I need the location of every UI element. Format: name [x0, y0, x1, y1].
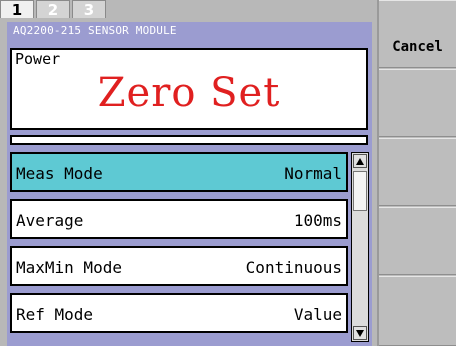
setting-label: Meas Mode	[16, 164, 103, 183]
setting-row-ref-mode[interactable]: Ref Mode Value	[10, 293, 348, 333]
tab-1[interactable]: 1	[0, 0, 34, 19]
softkey-cancel[interactable]: Cancel	[379, 0, 456, 68]
tab-3[interactable]: 3	[72, 0, 106, 19]
setting-value: Continuous	[245, 258, 342, 277]
setting-row-maxmin-mode[interactable]: MaxMin Mode Continuous	[10, 246, 348, 286]
softkey-label: Cancel	[392, 39, 443, 55]
setting-value: 100ms	[293, 211, 342, 230]
softkey-column: Cancel	[379, 0, 456, 346]
module-title: AQ2200-215 SENSOR MODULE	[13, 24, 177, 37]
setting-value: Value	[293, 305, 342, 324]
setting-label: Ref Mode	[16, 305, 94, 324]
softkey-5[interactable]	[379, 276, 456, 346]
triangle-down-icon	[356, 330, 364, 337]
tab-strip: 1 2 3	[0, 0, 377, 22]
display-value: Zero Set	[97, 70, 281, 116]
setting-label: Average	[16, 211, 84, 230]
scroll-down-button[interactable]	[353, 326, 367, 340]
setting-row-average[interactable]: Average 100ms	[10, 199, 348, 239]
measurement-display: Power Zero Set	[10, 48, 368, 130]
scroll-up-button[interactable]	[353, 154, 367, 168]
sensor-module-panel: AQ2200-215 SENSOR MODULE Power Zero Set …	[7, 22, 372, 346]
setting-row-meas-mode[interactable]: Meas Mode Normal	[10, 152, 348, 192]
tab-bar: 1 2 3	[0, 0, 108, 20]
tab-2[interactable]: 2	[36, 0, 70, 19]
scroll-thumb[interactable]	[353, 171, 367, 211]
triangle-up-icon	[356, 158, 364, 165]
softkey-2[interactable]	[379, 69, 456, 137]
secondary-display-bar	[10, 135, 368, 145]
softkey-4[interactable]	[379, 207, 456, 275]
setting-label: MaxMin Mode	[16, 258, 122, 277]
settings-scrollbar[interactable]	[351, 152, 369, 342]
softkey-3[interactable]	[379, 138, 456, 206]
setting-value: Normal	[284, 164, 342, 183]
display-label: Power	[15, 50, 61, 68]
